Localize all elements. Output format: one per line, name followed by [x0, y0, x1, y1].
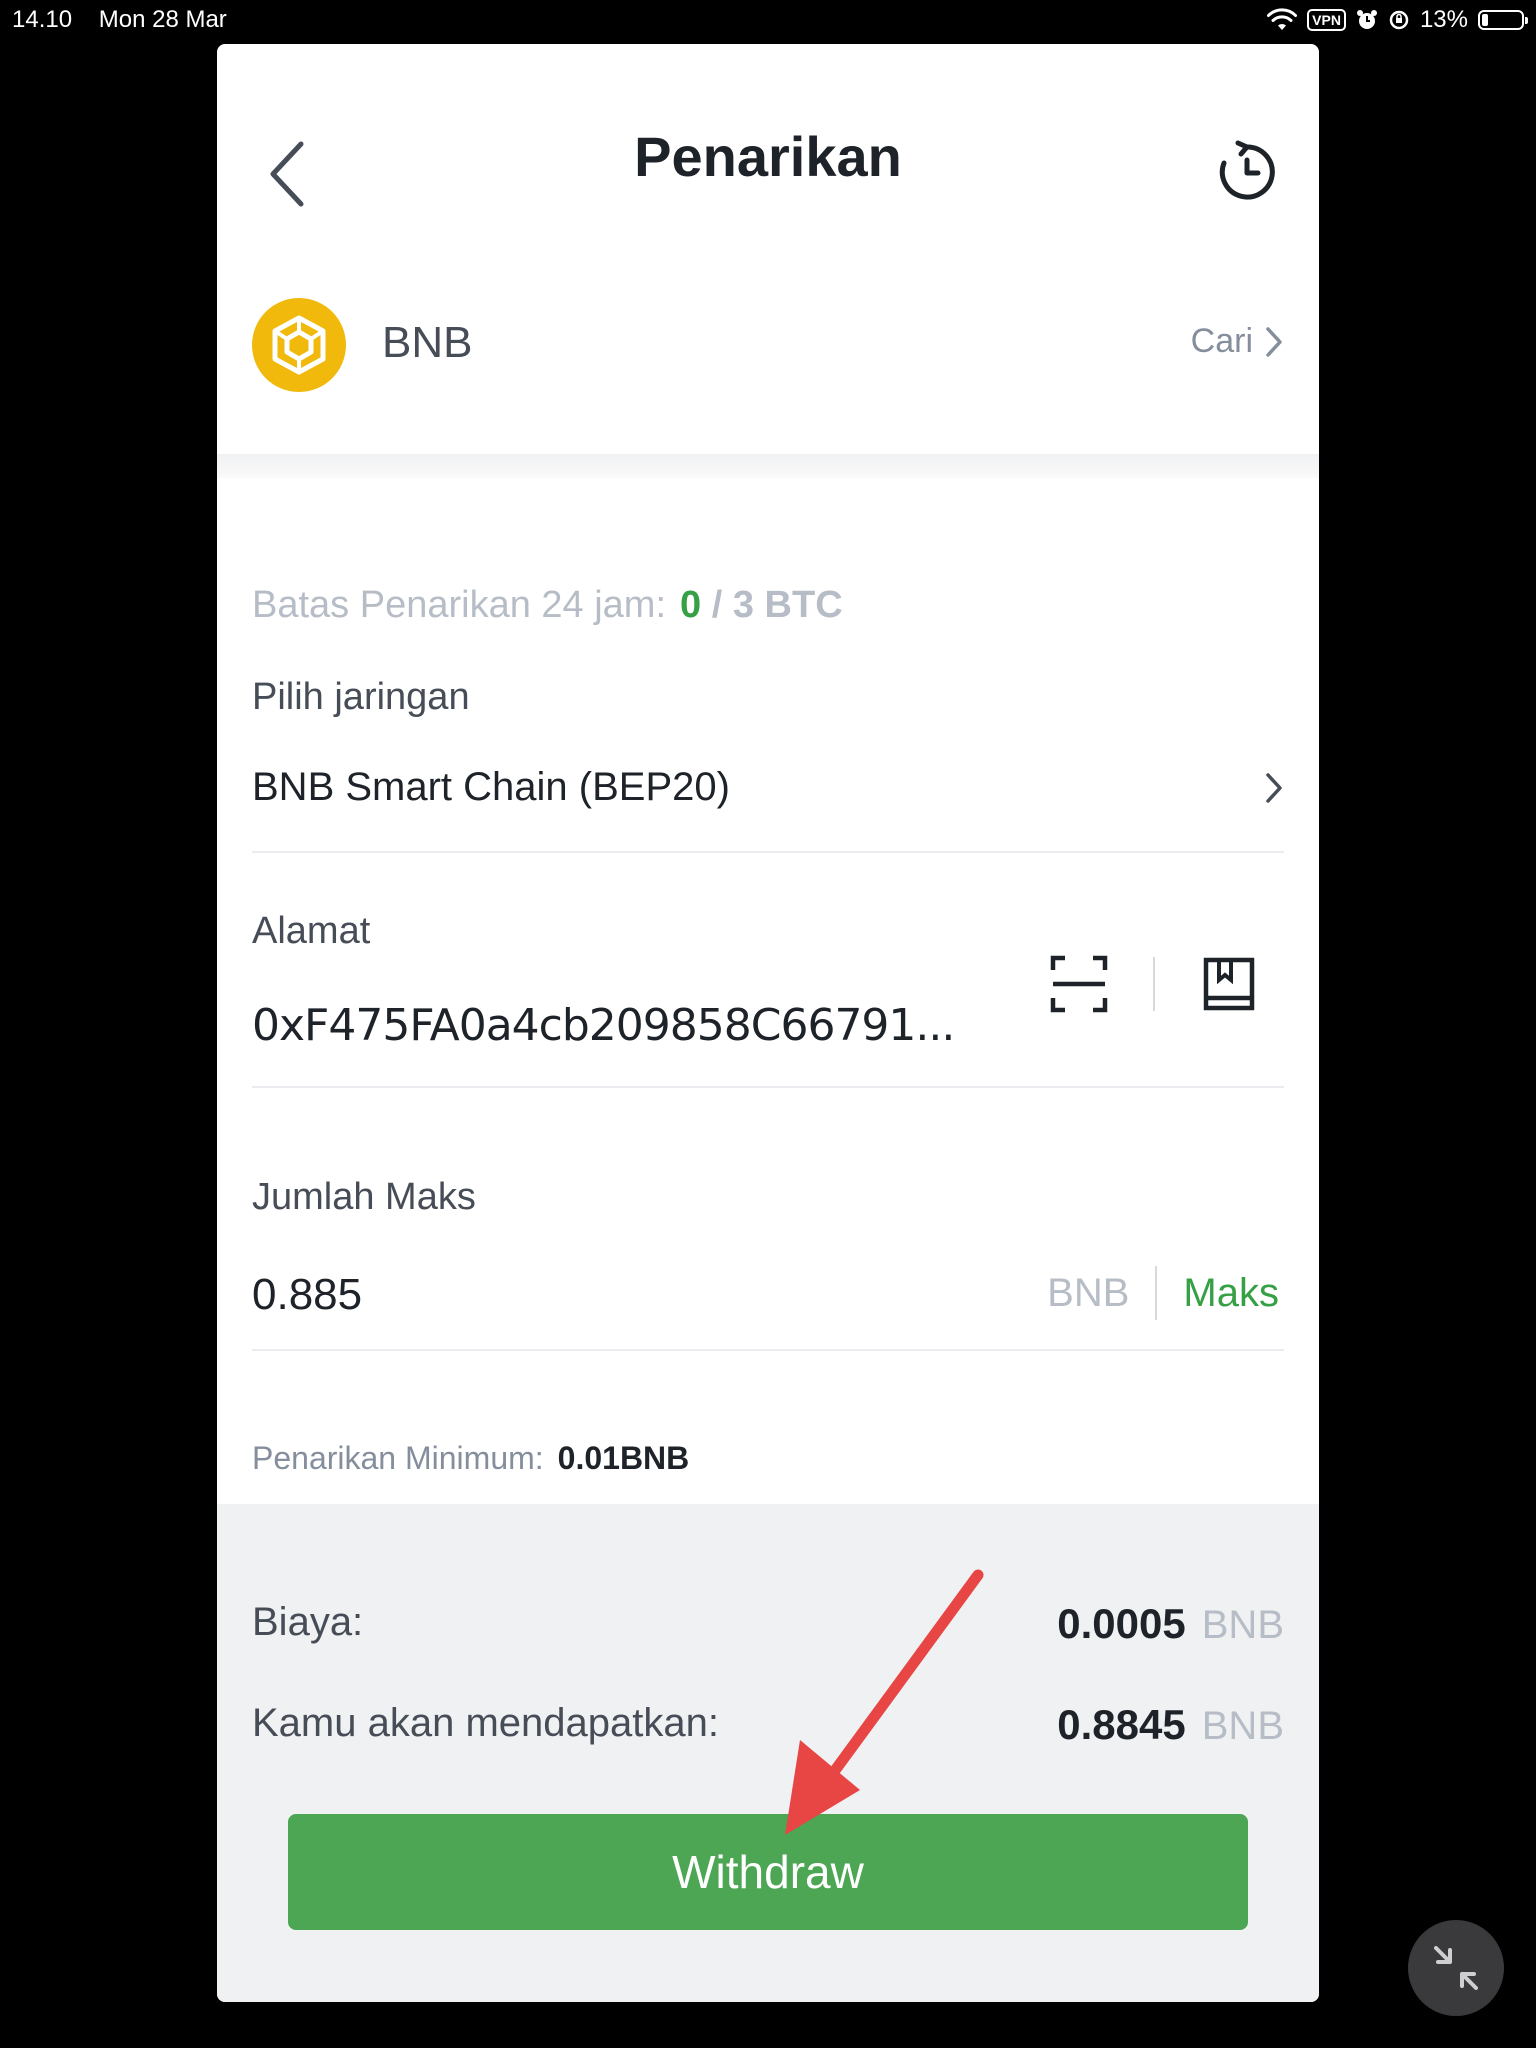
receive-label: Kamu akan mendapatkan: — [252, 1701, 719, 1745]
minimum-label: Penarikan Minimum: — [252, 1440, 544, 1476]
amount-unit: BNB — [1047, 1270, 1130, 1315]
chevron-right-icon — [1266, 326, 1282, 357]
minimum-withdraw: Penarikan Minimum: 0.01BNB — [252, 1440, 689, 1477]
network-chevron-right-icon[interactable] — [1263, 771, 1285, 805]
receive-value: 0.8845 — [1057, 1701, 1186, 1748]
scan-button[interactable] — [1049, 954, 1109, 1014]
battery-percent: 13% — [1419, 6, 1468, 33]
limit-label: Batas Penarikan 24 jam: — [252, 584, 667, 626]
address-input[interactable]: 0xF475FA0a4cb209858C66791... — [252, 1000, 955, 1051]
scan-qr-icon — [1050, 955, 1108, 1013]
section-divider — [217, 454, 1319, 478]
bnb-logo-icon — [252, 298, 346, 392]
address-actions-separator — [1153, 957, 1155, 1011]
address-book-icon — [1203, 957, 1255, 1011]
search-label: Cari — [1190, 322, 1253, 360]
status-bar: 14.10 Mon 28 Mar VPN 13% — [0, 0, 1536, 40]
network-value: BNB Smart Chain (BEP20) — [252, 765, 730, 809]
max-button[interactable]: Maks — [1183, 1271, 1279, 1316]
receive-row: Kamu akan mendapatkan: 0.8845 BNB — [252, 1701, 1284, 1749]
amount-label: Jumlah Maks — [252, 1176, 476, 1218]
status-left: 14.10 Mon 28 Mar — [12, 0, 247, 40]
address-underline — [252, 1086, 1284, 1088]
address-book-button[interactable] — [1199, 954, 1259, 1014]
amount-actions: BNB Maks — [1047, 1266, 1279, 1320]
address-label: Alamat — [252, 910, 371, 952]
limit-separator: / — [711, 584, 723, 626]
minimum-value: 0.01BNB — [557, 1440, 690, 1476]
address-actions — [1049, 954, 1259, 1014]
network-label: Pilih jaringan — [252, 676, 470, 718]
fee-value: 0.0005 — [1057, 1600, 1186, 1647]
coin-name: BNB — [382, 318, 473, 367]
alarm-icon — [1356, 10, 1377, 29]
limit-max: 3 BTC — [732, 584, 843, 626]
status-time: 14.10 — [12, 6, 73, 33]
withdraw-button[interactable]: Withdraw — [288, 1814, 1248, 1930]
history-button[interactable] — [1215, 140, 1279, 204]
withdraw-limit: Batas Penarikan 24 jam: 0 / 3 BTC — [252, 584, 843, 627]
bnb-cube-icon — [272, 315, 326, 375]
limit-used: 0 — [680, 584, 702, 626]
amount-underline — [252, 1349, 1284, 1351]
search-coin-link[interactable]: Cari — [1191, 322, 1285, 361]
network-selector[interactable]: BNB Smart Chain (BEP20) — [252, 765, 1284, 810]
fee-amount: 0.0005 BNB — [1057, 1600, 1284, 1648]
status-date: Mon 28 Mar — [98, 6, 227, 33]
fee-label: Biaya: — [252, 1600, 364, 1644]
withdraw-panel: Penarikan BNB Cari Batas Penarikan 24 ja… — [217, 44, 1319, 2002]
receive-unit: BNB — [1201, 1704, 1284, 1748]
fee-unit: BNB — [1201, 1603, 1284, 1647]
history-icon — [1219, 140, 1275, 200]
fee-row: Biaya: 0.0005 BNB — [252, 1600, 1284, 1648]
coin-selector[interactable]: BNB Cari — [217, 284, 1319, 444]
amount-input[interactable]: 0.885 — [252, 1270, 362, 1320]
collapse-arrows-icon — [1434, 1946, 1478, 1990]
network-underline — [252, 851, 1284, 853]
collapse-button[interactable] — [1408, 1920, 1504, 2016]
header: Penarikan — [217, 44, 1319, 284]
status-right: VPN 13% — [1267, 0, 1528, 40]
wifi-icon — [1267, 8, 1298, 30]
rotation-lock-icon — [1389, 10, 1409, 30]
battery-icon — [1478, 10, 1528, 30]
amount-separator — [1155, 1266, 1158, 1320]
page-title: Penarikan — [634, 125, 902, 188]
receive-amount: 0.8845 BNB — [1057, 1701, 1284, 1749]
vpn-badge: VPN — [1307, 9, 1346, 31]
